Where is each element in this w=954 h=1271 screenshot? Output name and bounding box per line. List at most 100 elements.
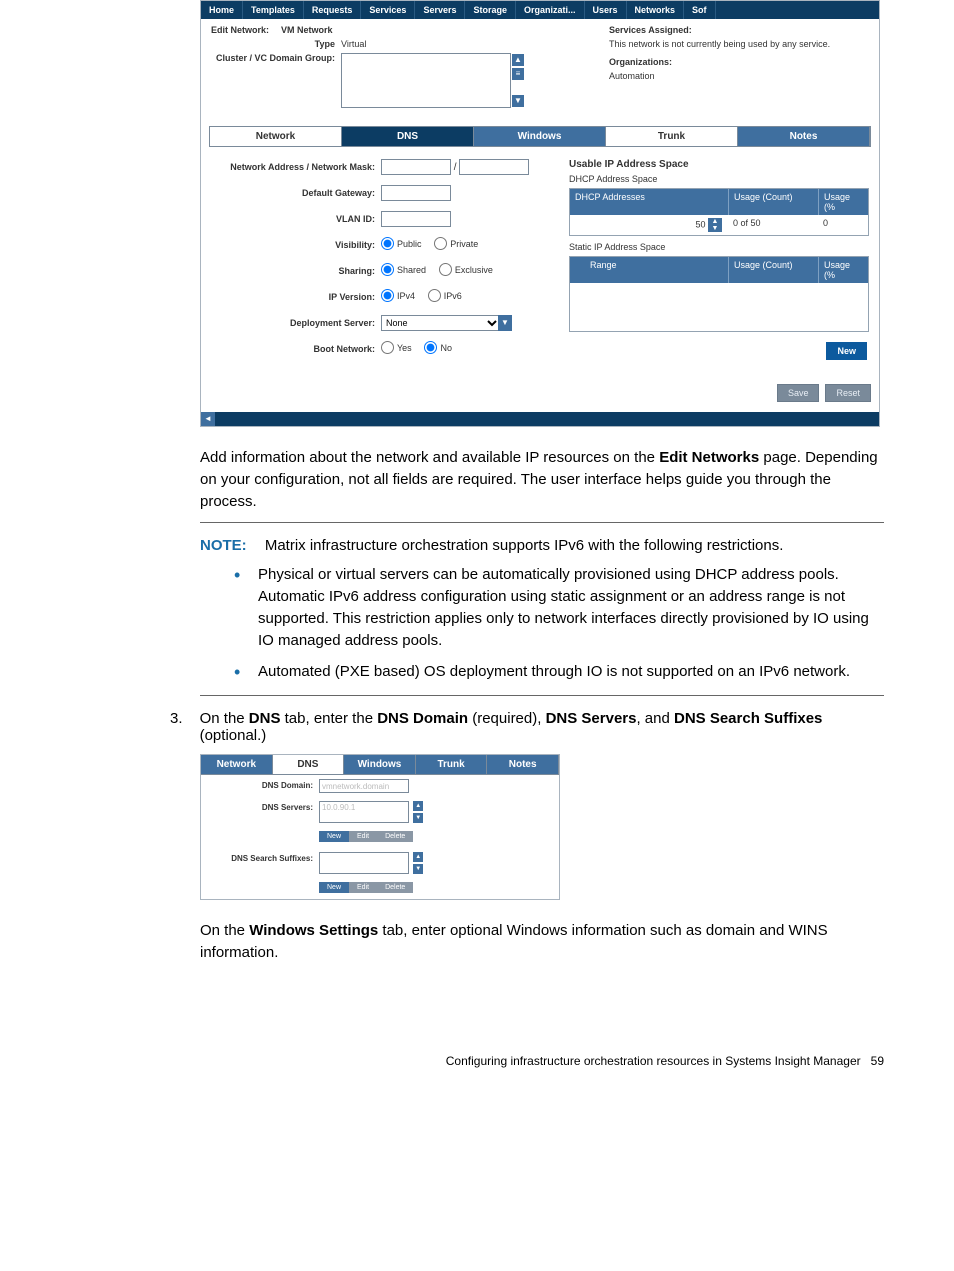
tab-network[interactable]: Network xyxy=(210,127,342,146)
static-col-usage-count: Usage (Count) xyxy=(728,257,818,283)
scroll-down-icon[interactable]: ▼ xyxy=(512,95,524,107)
nav-requests[interactable]: Requests xyxy=(304,1,362,19)
dns-servers-list[interactable]: 10.0.90.1 xyxy=(319,801,409,823)
nav-servers[interactable]: Servers xyxy=(415,1,465,19)
divider xyxy=(200,695,884,696)
divider xyxy=(200,522,884,523)
paragraph-add-info: Add information about the network and av… xyxy=(200,447,884,512)
paragraph-windows-settings: On the Windows Settings tab, enter optio… xyxy=(200,920,884,964)
vlan-input[interactable] xyxy=(381,211,451,227)
horizontal-scrollbar[interactable]: ◄ xyxy=(201,412,879,426)
nav-users[interactable]: Users xyxy=(585,1,627,19)
scroll-left-icon[interactable]: ◄ xyxy=(201,412,215,426)
page-footer: Configuring infrastructure orchestration… xyxy=(70,1054,884,1068)
new-button[interactable]: New xyxy=(826,342,867,360)
edit-network-label: Edit Network: xyxy=(211,25,275,35)
edit-network-name: VM Network xyxy=(281,25,333,35)
nav-services[interactable]: Services xyxy=(361,1,415,19)
note-text: Matrix infrastructure orchestration supp… xyxy=(265,537,784,554)
dns-suffixes-delete-button[interactable]: Delete xyxy=(377,882,413,893)
tab-dns[interactable]: DNS xyxy=(342,127,474,146)
static-col-usage-pct: Usage (% xyxy=(818,257,868,283)
deployment-server-label: Deployment Server: xyxy=(211,318,381,328)
dns-servers-label: DNS Servers: xyxy=(209,801,319,812)
tab2-windows[interactable]: Windows xyxy=(344,755,416,774)
type-label: Type xyxy=(211,39,341,49)
scroll-up-icon[interactable]: ▲ xyxy=(512,54,524,66)
tab-trunk[interactable]: Trunk xyxy=(606,127,738,146)
nav-software[interactable]: Sof xyxy=(684,1,716,19)
note-line: NOTE: Matrix infrastructure orchestratio… xyxy=(200,537,884,554)
gateway-input[interactable] xyxy=(381,185,451,201)
services-assigned-label: Services Assigned: xyxy=(609,25,869,35)
tab2-dns[interactable]: DNS xyxy=(273,755,345,774)
dhcp-col-usage-count: Usage (Count) xyxy=(728,189,818,215)
boot-yes-radio[interactable] xyxy=(381,341,394,354)
nav-storage[interactable]: Storage xyxy=(465,1,516,19)
dhcp-usage-count: 0 of 50 xyxy=(728,215,818,235)
spinner-icon[interactable]: ▲▼ xyxy=(708,218,722,232)
visibility-private-radio[interactable] xyxy=(434,237,447,250)
bullet-pxe-ipv6: Automated (PXE based) OS deployment thro… xyxy=(230,661,884,683)
dns-servers-new-button[interactable]: New xyxy=(319,831,349,842)
organizations-label: Organizations: xyxy=(609,57,869,67)
tab-windows[interactable]: Windows xyxy=(474,127,606,146)
dhcp-addresses-value: 50 xyxy=(695,219,705,229)
boot-no-radio[interactable] xyxy=(424,341,437,354)
dns-suffixes-edit-button[interactable]: Edit xyxy=(349,882,377,893)
edit-network-screenshot: Home Templates Requests Services Servers… xyxy=(200,0,880,427)
dhcp-col-usage-pct: Usage (% xyxy=(818,189,868,215)
visibility-label: Visibility: xyxy=(211,240,381,250)
nav-networks[interactable]: Networks xyxy=(627,1,685,19)
dns-suffixes-list[interactable] xyxy=(319,852,409,874)
ipv6-radio[interactable] xyxy=(428,289,441,302)
boot-network-label: Boot Network: xyxy=(211,344,381,354)
dns-servers-delete-button[interactable]: Delete xyxy=(377,831,413,842)
organizations-value: Automation xyxy=(609,71,869,81)
usable-ip-title: Usable IP Address Space xyxy=(569,159,869,170)
network-address-input[interactable] xyxy=(381,159,451,175)
tab2-trunk[interactable]: Trunk xyxy=(416,755,488,774)
dns-domain-label: DNS Domain: xyxy=(209,779,319,790)
tab2-notes[interactable]: Notes xyxy=(487,755,559,774)
move-down-icon[interactable]: ▼ xyxy=(413,813,423,823)
nav-templates[interactable]: Templates xyxy=(243,1,304,19)
gateway-label: Default Gateway: xyxy=(211,188,381,198)
dropdown-icon[interactable]: ▼ xyxy=(498,315,512,331)
dns-domain-input[interactable] xyxy=(319,779,409,793)
deployment-server-select[interactable]: None xyxy=(381,315,501,331)
tab-notes[interactable]: Notes xyxy=(738,127,870,146)
static-space-title: Static IP Address Space xyxy=(569,242,869,252)
save-button[interactable]: Save xyxy=(777,384,820,402)
move-down-icon[interactable]: ▼ xyxy=(413,864,423,874)
dns-suffixes-label: DNS Search Suffixes: xyxy=(209,852,319,863)
note-keyword: NOTE: xyxy=(200,537,247,554)
tab2-network[interactable]: Network xyxy=(201,755,273,774)
nav-organizations[interactable]: Organizati... xyxy=(516,1,585,19)
move-up-icon[interactable]: ▲ xyxy=(413,852,423,862)
sharing-shared-radio[interactable] xyxy=(381,263,394,276)
cluster-select[interactable]: ▲ ≡ ▼ xyxy=(341,53,511,108)
dns-tab-screenshot: Network DNS Windows Trunk Notes DNS Doma… xyxy=(200,754,560,900)
services-assigned-value: This network is not currently being used… xyxy=(609,39,869,49)
dns-servers-edit-button[interactable]: Edit xyxy=(349,831,377,842)
nav-home[interactable]: Home xyxy=(201,1,243,19)
sharing-label: Sharing: xyxy=(211,266,381,276)
dns-suffixes-new-button[interactable]: New xyxy=(319,882,349,893)
netmask-label: Network Address / Network Mask: xyxy=(211,162,381,172)
dhcp-table: DHCP Addresses Usage (Count) Usage (% 50… xyxy=(569,188,869,236)
step-3: 3. On the DNS tab, enter the DNS Domain … xyxy=(170,710,884,744)
scroll-thumb[interactable]: ≡ xyxy=(512,68,524,80)
move-up-icon[interactable]: ▲ xyxy=(413,801,423,811)
reset-button[interactable]: Reset xyxy=(825,384,871,402)
visibility-public-radio[interactable] xyxy=(381,237,394,250)
sharing-exclusive-radio[interactable] xyxy=(439,263,452,276)
vlan-label: VLAN ID: xyxy=(211,214,381,224)
ipv4-radio[interactable] xyxy=(381,289,394,302)
network-mask-input[interactable] xyxy=(459,159,529,175)
step-number: 3. xyxy=(170,710,200,744)
static-col-range: Range xyxy=(570,257,728,283)
bullet-dhcp-ipv6: Physical or virtual servers can be autom… xyxy=(230,564,884,651)
type-value: Virtual xyxy=(341,39,366,49)
ipversion-label: IP Version: xyxy=(211,292,381,302)
